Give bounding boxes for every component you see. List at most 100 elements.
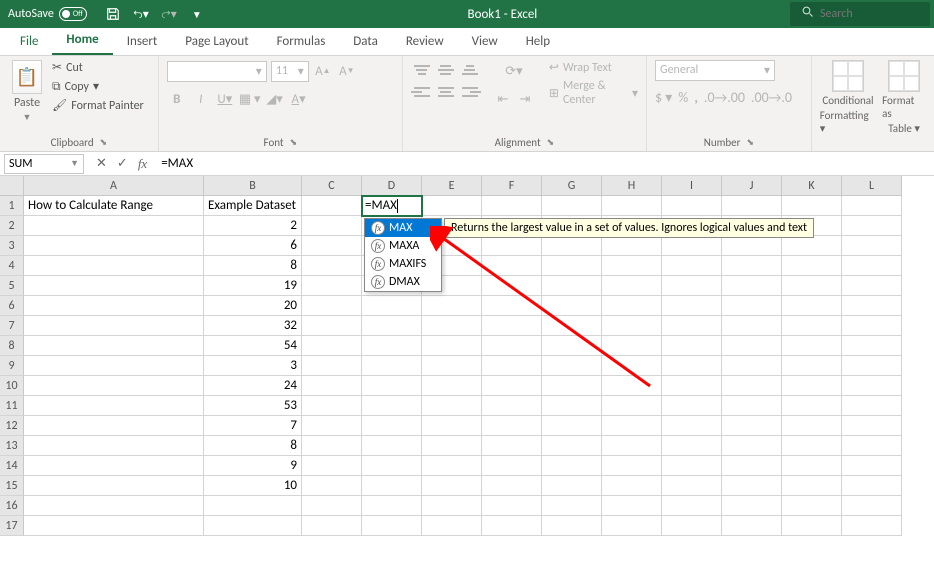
- cell[interactable]: [602, 256, 662, 276]
- cell[interactable]: [722, 516, 782, 536]
- cell[interactable]: [482, 516, 542, 536]
- cell[interactable]: [722, 296, 782, 316]
- cell[interactable]: [482, 376, 542, 396]
- cell[interactable]: [602, 356, 662, 376]
- cell[interactable]: [302, 356, 362, 376]
- row-header[interactable]: 3: [0, 236, 24, 256]
- cell[interactable]: [24, 316, 204, 336]
- cell[interactable]: [204, 516, 302, 536]
- cell[interactable]: [602, 436, 662, 456]
- dialog-launcher-icon[interactable]: ⬊: [746, 137, 754, 148]
- cell[interactable]: [542, 336, 602, 356]
- cell[interactable]: [422, 316, 482, 336]
- cell[interactable]: [422, 396, 482, 416]
- cell[interactable]: [482, 456, 542, 476]
- increase-decimal-icon[interactable]: .0→.00: [704, 89, 745, 106]
- search-input[interactable]: [820, 7, 910, 21]
- bold-button[interactable]: B: [167, 88, 187, 110]
- cell[interactable]: [302, 316, 362, 336]
- cell[interactable]: [842, 416, 902, 436]
- borders-button[interactable]: ▦ ▾: [239, 88, 261, 110]
- cell[interactable]: [602, 516, 662, 536]
- cell[interactable]: [842, 376, 902, 396]
- cell[interactable]: [362, 296, 422, 316]
- cell[interactable]: [482, 476, 542, 496]
- cell[interactable]: [482, 436, 542, 456]
- cell[interactable]: [302, 296, 362, 316]
- cell[interactable]: [782, 416, 842, 436]
- cell[interactable]: [362, 376, 422, 396]
- cell[interactable]: [662, 516, 722, 536]
- cell[interactable]: [302, 336, 362, 356]
- formula-autocomplete[interactable]: fxMAXfxMAXAfxMAXIFSfxDMAX: [364, 218, 442, 292]
- cell[interactable]: 8: [204, 436, 302, 456]
- cell[interactable]: [782, 516, 842, 536]
- cell[interactable]: 2: [204, 216, 302, 236]
- cell[interactable]: [422, 476, 482, 496]
- cell[interactable]: [362, 316, 422, 336]
- cell[interactable]: [302, 476, 362, 496]
- autocomplete-item[interactable]: fxDMAX: [365, 273, 441, 291]
- cell[interactable]: [782, 496, 842, 516]
- cell[interactable]: [662, 336, 722, 356]
- cell[interactable]: [482, 496, 542, 516]
- cell[interactable]: [722, 196, 782, 216]
- dialog-launcher-icon[interactable]: ⬊: [547, 137, 555, 148]
- cell[interactable]: [422, 336, 482, 356]
- row-header[interactable]: 4: [0, 256, 24, 276]
- cell[interactable]: [602, 196, 662, 216]
- cell[interactable]: [662, 396, 722, 416]
- cell[interactable]: [602, 496, 662, 516]
- cell[interactable]: [662, 376, 722, 396]
- cell[interactable]: [662, 436, 722, 456]
- cell[interactable]: [542, 476, 602, 496]
- cell[interactable]: 53: [204, 396, 302, 416]
- tab-page-layout[interactable]: Page Layout: [171, 28, 262, 55]
- row-header[interactable]: 10: [0, 376, 24, 396]
- row-header[interactable]: 1: [0, 196, 24, 216]
- underline-button[interactable]: U ▾: [215, 88, 235, 110]
- cell[interactable]: [662, 356, 722, 376]
- cell[interactable]: [422, 436, 482, 456]
- cell[interactable]: [842, 496, 902, 516]
- row-header[interactable]: 13: [0, 436, 24, 456]
- cell[interactable]: [542, 456, 602, 476]
- cell[interactable]: [722, 456, 782, 476]
- align-right-icon[interactable]: [459, 82, 481, 102]
- tab-home[interactable]: Home: [52, 26, 112, 55]
- cell[interactable]: 10: [204, 476, 302, 496]
- cell[interactable]: [542, 356, 602, 376]
- cell[interactable]: 7: [204, 416, 302, 436]
- formula-input[interactable]: [155, 154, 934, 173]
- percent-button[interactable]: %: [678, 89, 688, 106]
- cell[interactable]: [842, 336, 902, 356]
- cell[interactable]: 20: [204, 296, 302, 316]
- cell[interactable]: [302, 436, 362, 456]
- cell[interactable]: [722, 356, 782, 376]
- cell[interactable]: [302, 276, 362, 296]
- align-center-icon[interactable]: [435, 82, 457, 102]
- row-header[interactable]: 12: [0, 416, 24, 436]
- cell[interactable]: [362, 496, 422, 516]
- paste-button[interactable]: 📋 Paste ▼: [8, 60, 46, 123]
- autosave-toggle[interactable]: AutoSave Off: [0, 7, 95, 21]
- cell[interactable]: [722, 376, 782, 396]
- enter-formula-icon[interactable]: ✓: [117, 156, 128, 172]
- cell[interactable]: [842, 516, 902, 536]
- cell[interactable]: [24, 276, 204, 296]
- cell[interactable]: [782, 376, 842, 396]
- cell[interactable]: [422, 376, 482, 396]
- merge-center-button[interactable]: ⊞Merge & Center ▾: [549, 79, 638, 107]
- cell[interactable]: [362, 416, 422, 436]
- row-header[interactable]: 9: [0, 356, 24, 376]
- increase-indent-icon[interactable]: ⇥: [515, 88, 535, 110]
- cell[interactable]: [302, 256, 362, 276]
- cell[interactable]: [24, 356, 204, 376]
- column-header[interactable]: H: [602, 176, 662, 196]
- tab-file[interactable]: File: [6, 28, 52, 55]
- cell[interactable]: [482, 356, 542, 376]
- format-painter-button[interactable]: 🖌Format Painter: [52, 98, 144, 113]
- cell[interactable]: [782, 436, 842, 456]
- tab-formulas[interactable]: Formulas: [263, 28, 340, 55]
- cell[interactable]: [842, 216, 902, 236]
